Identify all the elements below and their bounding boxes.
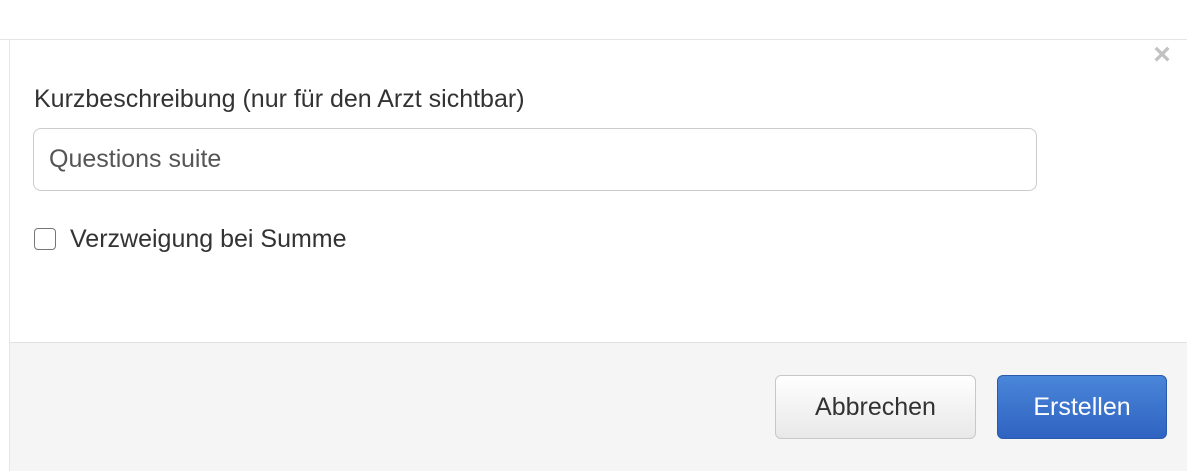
checkbox-label[interactable]: Verzweigung bei Summe (70, 225, 347, 254)
description-input[interactable] (33, 128, 1037, 191)
field-label: Kurzbeschreibung (nur für den Arzt sicht… (34, 85, 525, 113)
branching-checkbox[interactable] (34, 228, 56, 250)
modal-dialog: × Kurzbeschreibung (nur für den Arzt sic… (9, 40, 1187, 471)
close-icon[interactable]: × (1142, 40, 1182, 70)
modal-footer: Abbrechen Erstellen (10, 342, 1187, 471)
checkbox-row[interactable]: Verzweigung bei Summe (34, 221, 347, 257)
top-strip (0, 0, 1187, 40)
create-button[interactable]: Erstellen (997, 375, 1167, 439)
cancel-button[interactable]: Abbrechen (775, 375, 976, 439)
